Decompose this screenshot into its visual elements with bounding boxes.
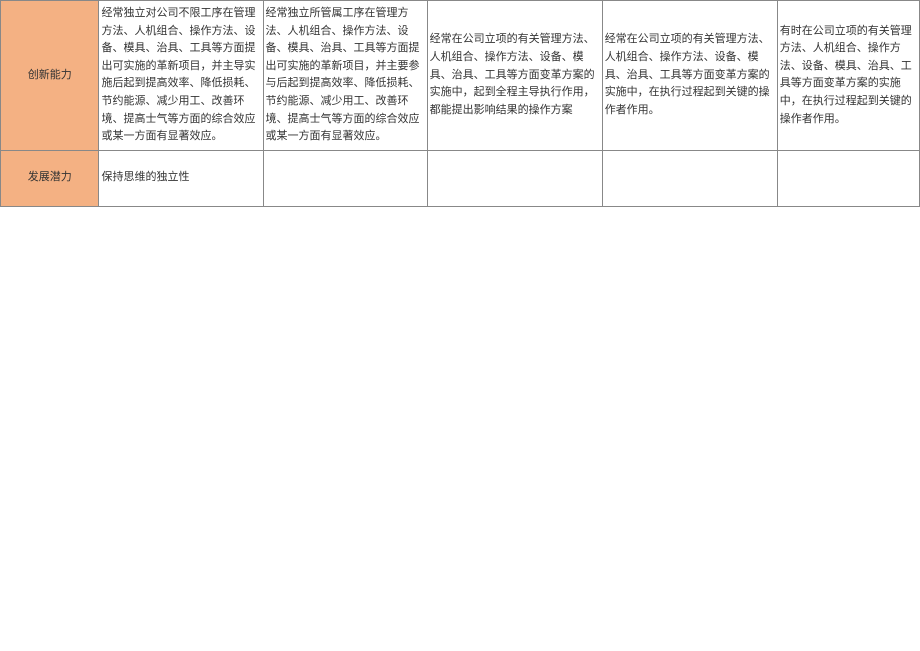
- row-header-innovation: 创新能力: [1, 1, 99, 151]
- table-cell: [427, 150, 602, 206]
- table-cell: [777, 150, 919, 206]
- evaluation-table: 创新能力 经常独立对公司不限工序在管理方法、人机组合、操作方法、设备、模具、治具…: [0, 0, 920, 207]
- table-cell: 经常独立对公司不限工序在管理方法、人机组合、操作方法、设备、模具、治具、工具等方…: [99, 1, 263, 151]
- table-cell: 经常独立所管属工序在管理方法、人机组合、操作方法、设备、模具、治具、工具等方面提…: [263, 1, 427, 151]
- table-cell: [602, 150, 777, 206]
- table-row: 创新能力 经常独立对公司不限工序在管理方法、人机组合、操作方法、设备、模具、治具…: [1, 1, 920, 151]
- table-row: 发展潜力 保持思维的独立性: [1, 150, 920, 206]
- evaluation-table-container: 创新能力 经常独立对公司不限工序在管理方法、人机组合、操作方法、设备、模具、治具…: [0, 0, 920, 207]
- table-cell: 有时在公司立项的有关管理方法、人机组合、操作方法、设备、模具、治具、工具等方面变…: [777, 1, 919, 151]
- table-cell: 经常在公司立项的有关管理方法、人机组合、操作方法、设备、模具、治具、工具等方面变…: [602, 1, 777, 151]
- table-cell: 保持思维的独立性: [99, 150, 263, 206]
- table-cell: 经常在公司立项的有关管理方法、人机组合、操作方法、设备、模具、治具、工具等方面变…: [427, 1, 602, 151]
- row-header-potential: 发展潜力: [1, 150, 99, 206]
- table-cell: [263, 150, 427, 206]
